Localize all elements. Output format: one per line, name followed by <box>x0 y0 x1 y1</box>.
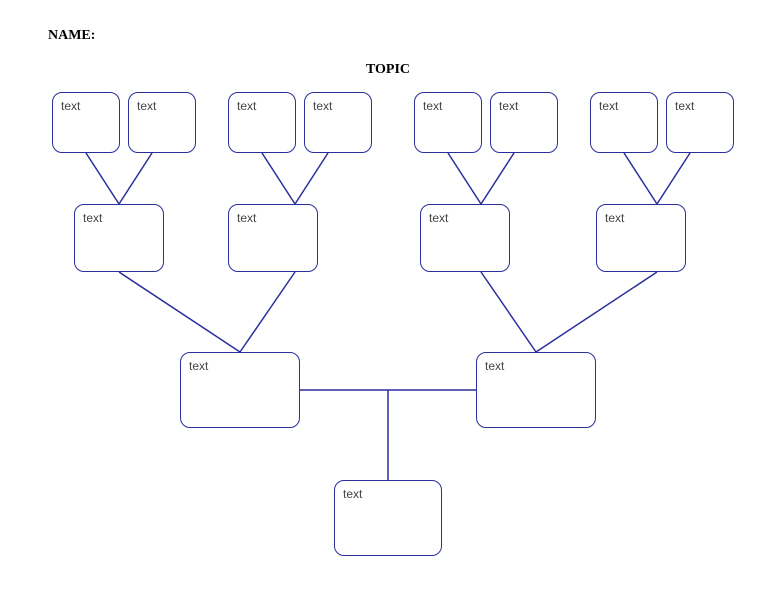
node-r2-3[interactable]: text <box>420 204 510 272</box>
node-r1-2[interactable]: text <box>128 92 196 153</box>
node-r2-4[interactable]: text <box>596 204 686 272</box>
node-r1-1[interactable]: text <box>52 92 120 153</box>
node-r1-5[interactable]: text <box>414 92 482 153</box>
node-r2-1[interactable]: text <box>74 204 164 272</box>
node-r3-1[interactable]: text <box>180 352 300 428</box>
node-r1-8[interactable]: text <box>666 92 734 153</box>
node-r1-7[interactable]: text <box>590 92 658 153</box>
node-r2-2[interactable]: text <box>228 204 318 272</box>
node-r1-6[interactable]: text <box>490 92 558 153</box>
node-r1-4[interactable]: text <box>304 92 372 153</box>
node-r3-2[interactable]: text <box>476 352 596 428</box>
node-r4-1[interactable]: text <box>334 480 442 556</box>
node-r1-3[interactable]: text <box>228 92 296 153</box>
